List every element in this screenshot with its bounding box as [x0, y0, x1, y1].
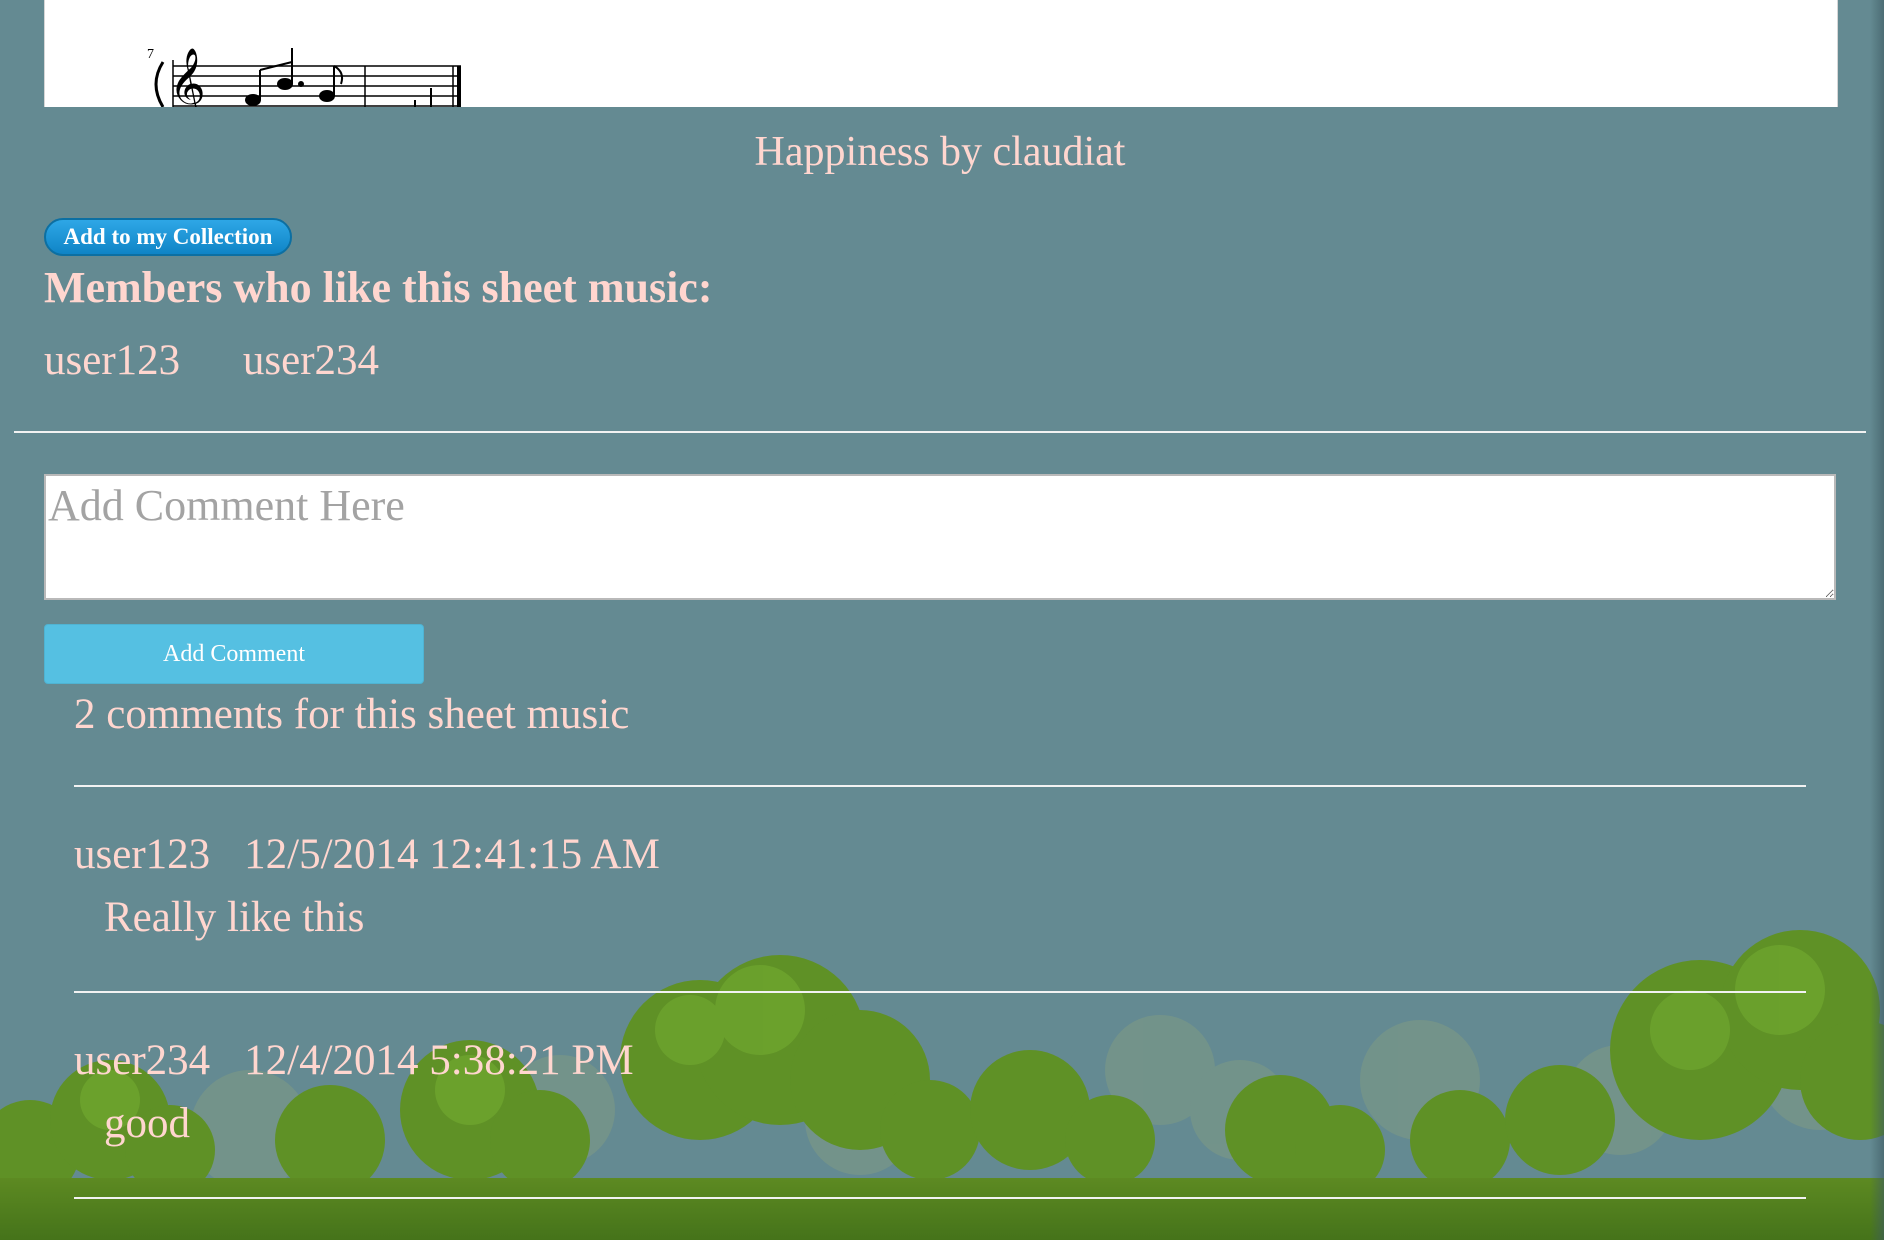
comment-text: Really like this [104, 894, 365, 941]
page-title: Happiness by claudiat [754, 129, 1126, 175]
comment-header: user123 12/5/2014 12:41:15 AM [74, 830, 660, 879]
add-to-collection-button[interactable]: Add to my Collection [44, 218, 292, 256]
members-list: user123 user234 [44, 336, 431, 385]
comment-header: user234 12/4/2014 5:38:21 PM [74, 1036, 634, 1085]
comment-divider [74, 991, 1806, 993]
comment-divider [74, 785, 1806, 787]
sheet-music-score: 7 𝄞 [147, 46, 461, 107]
treble-clef-icon: 𝄞 [169, 46, 206, 107]
member-link[interactable]: user123 [44, 337, 180, 384]
section-divider [14, 431, 1866, 433]
scroll-edge-shadow [1870, 0, 1884, 1240]
comment-author[interactable]: user123 [74, 831, 210, 878]
measure-number: 7 [147, 47, 154, 62]
members-heading: Members who like this sheet music: [44, 263, 713, 312]
comment-date: 12/5/2014 12:41:15 AM [244, 831, 660, 878]
comment-count: 2 comments for this sheet music [74, 691, 630, 738]
add-comment-button[interactable]: Add Comment [44, 624, 424, 684]
sheet-music-page: 7 𝄞 Happiness by claudiat Add to my Coll… [0, 0, 1884, 1240]
comment-author[interactable]: user234 [74, 1037, 210, 1084]
sheet-music-viewer[interactable]: 7 𝄞 [44, 0, 1838, 107]
comment-divider [74, 1197, 1806, 1199]
comment-text: good [104, 1100, 190, 1147]
comment-input[interactable] [44, 474, 1836, 600]
comment-date: 12/4/2014 5:38:21 PM [244, 1037, 634, 1084]
member-link[interactable]: user234 [243, 337, 379, 384]
